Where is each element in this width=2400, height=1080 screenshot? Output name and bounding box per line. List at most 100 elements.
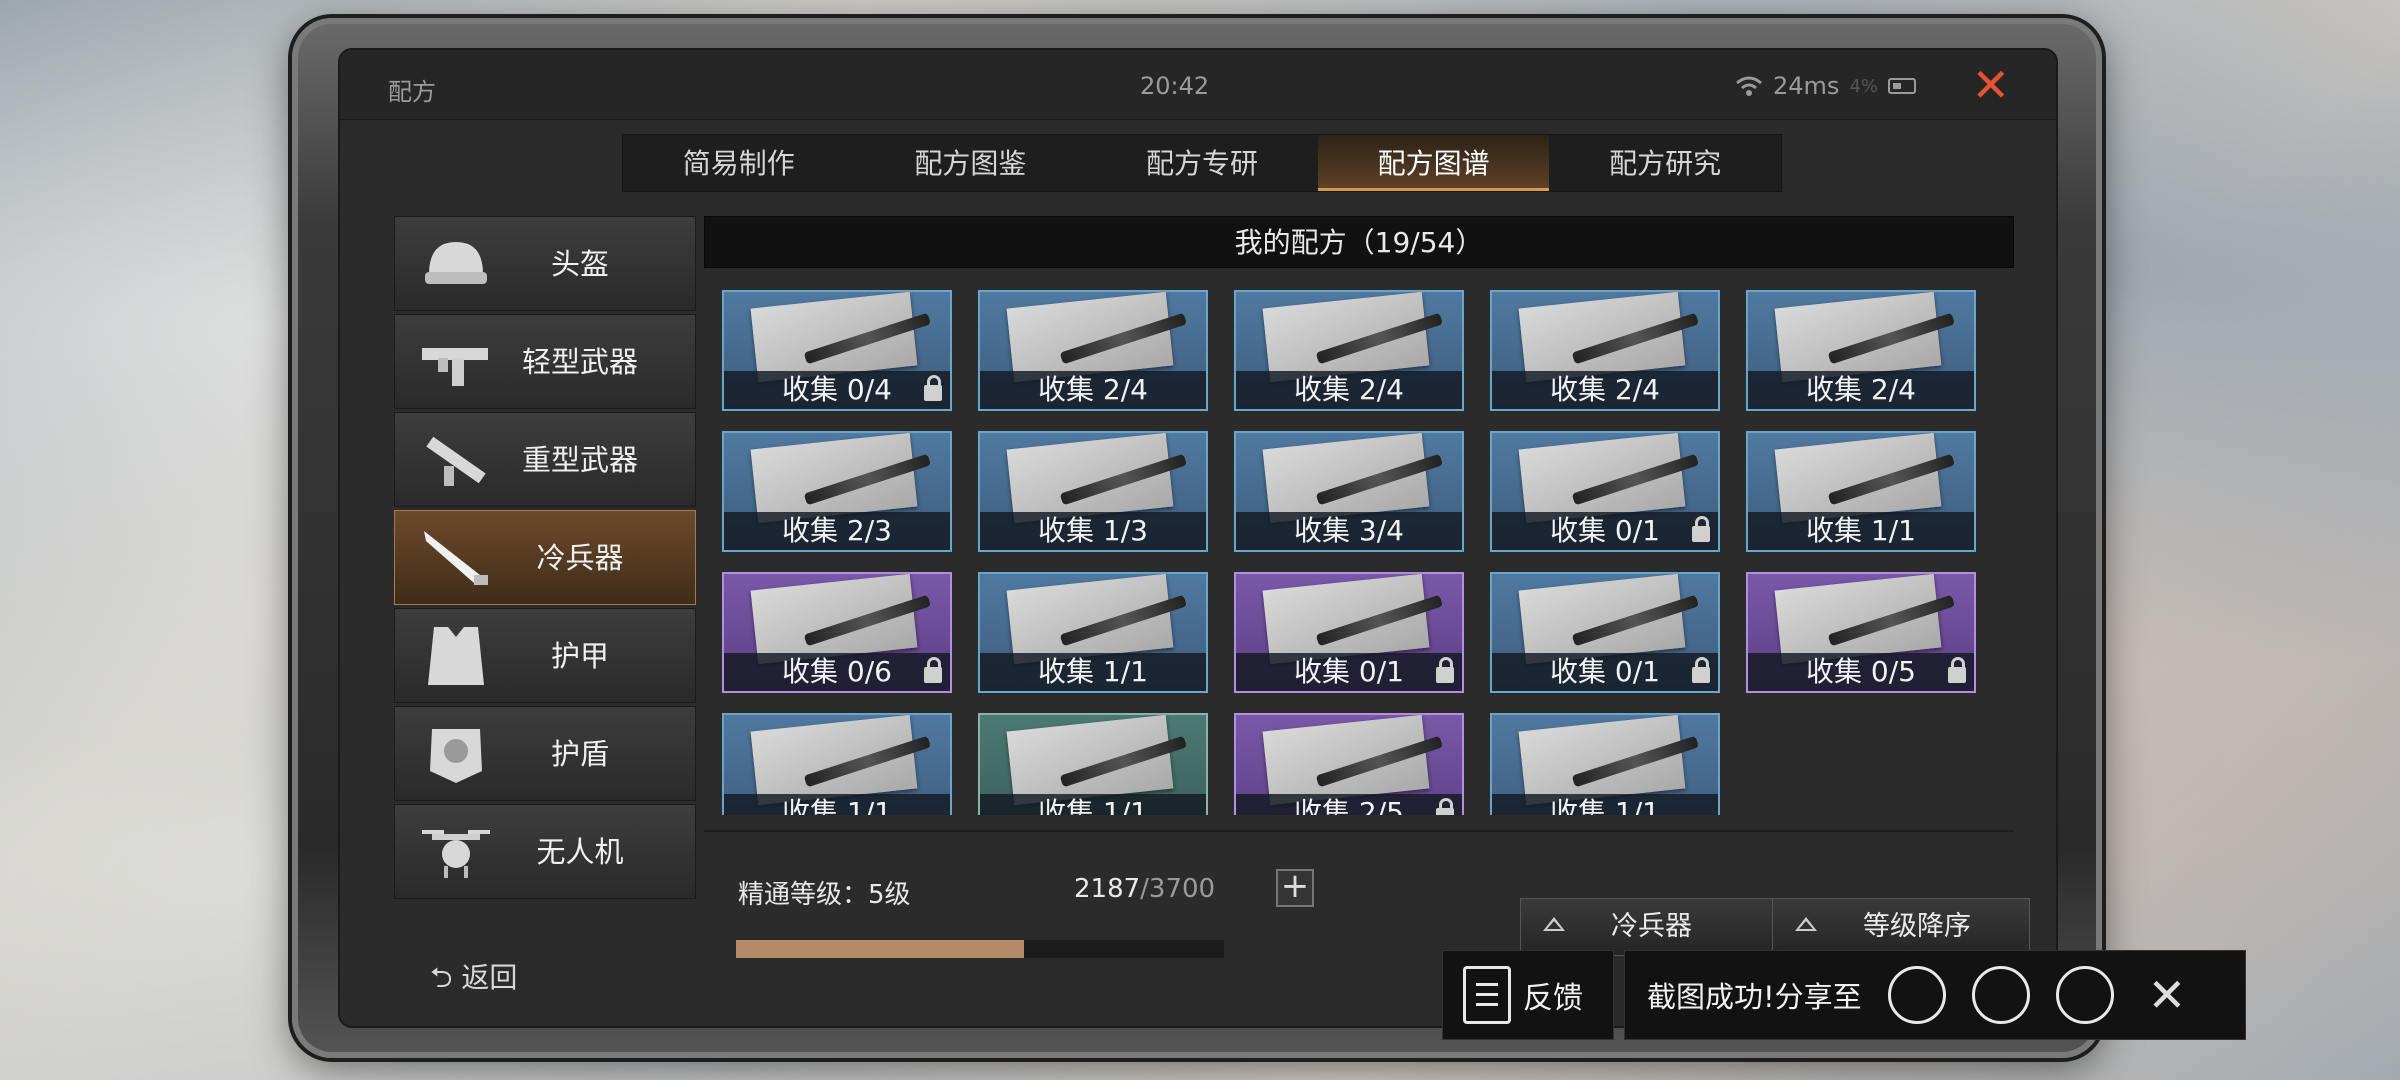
- recipe-grid[interactable]: 收集 0/4 收集 2/4 收集 2/4 收集 2/4 收集 2/4 收集 2/3 收集 1…: [722, 290, 1992, 815]
- card-collect-label: 收集 2/5: [1236, 794, 1462, 815]
- card-collect-label: 收集 2/4: [1748, 371, 1974, 409]
- mastery-level-label: 精通等级：5级: [738, 880, 911, 910]
- ping-text: 24ms: [1773, 72, 1840, 100]
- weapon-thumbnail: [1571, 312, 1700, 365]
- share-text: 截图成功!分享至: [1647, 980, 1862, 1014]
- feedback-button[interactable]: 反馈: [1442, 950, 1614, 1040]
- add-xp-button[interactable]: +: [1276, 869, 1314, 907]
- sidebar-item-label: 护甲: [550, 639, 609, 673]
- recipe-card[interactable]: 收集 0/6: [722, 572, 952, 693]
- sidebar-item-armor[interactable]: 护甲: [394, 608, 696, 703]
- recipe-card[interactable]: 收集 2/4: [978, 290, 1208, 411]
- recipe-card[interactable]: 收集 1/1: [978, 713, 1208, 815]
- lock-icon: [1436, 798, 1454, 815]
- card-collect-label: 收集 2/4: [1236, 371, 1462, 409]
- blueprint-paper: [1518, 432, 1700, 524]
- recipe-card[interactable]: 收集 2/3: [722, 431, 952, 552]
- card-collect-label: 收集 0/4: [724, 371, 950, 409]
- tab-recipe-atlas[interactable]: 配方图谱: [1317, 135, 1550, 191]
- category-sidebar: 头盔 轻型武器 重型武器 冷兵器 护甲 护盾 无人机: [394, 216, 696, 902]
- sidebar-item-heavy-weapons[interactable]: 重型武器: [394, 412, 696, 507]
- blueprint-paper: [1774, 573, 1956, 665]
- battery-percent: 4%: [1849, 75, 1878, 97]
- recipe-card[interactable]: 收集 1/1: [978, 572, 1208, 693]
- close-icon[interactable]: ✕: [1971, 60, 2010, 110]
- recipe-card[interactable]: 收集 2/4: [1490, 290, 1720, 411]
- blueprint-paper: [1006, 432, 1188, 524]
- recipe-card[interactable]: 收集 0/1: [1490, 431, 1720, 552]
- sidebar-item-helmet[interactable]: 头盔: [394, 216, 696, 311]
- blueprint-paper: [1006, 573, 1188, 665]
- blueprint-paper: [1262, 291, 1444, 383]
- recipe-card[interactable]: 收集 2/5: [1234, 713, 1464, 815]
- back-label: 返回: [461, 961, 518, 994]
- card-collect-label: 收集 0/5: [1748, 653, 1974, 691]
- lock-icon: [924, 375, 942, 401]
- sidebar-item-melee[interactable]: 冷兵器: [394, 510, 696, 605]
- weapon-thumbnail: [1827, 312, 1956, 365]
- tab-simple-craft[interactable]: 简易制作: [623, 135, 855, 191]
- recipe-window: 配方 20:42 24ms 4% ✕ 简易制作 配方图鉴 配方专研 配方图谱 配…: [338, 48, 2058, 1028]
- card-collect-label: 收集 1/1: [980, 653, 1206, 691]
- blueprint-paper: [1262, 573, 1444, 665]
- recipe-card[interactable]: 收集 1/3: [978, 431, 1208, 552]
- weapon-thumbnail: [1827, 594, 1956, 647]
- blueprint-paper: [1774, 291, 1956, 383]
- divider: [704, 830, 2014, 832]
- blueprint-paper: [750, 714, 932, 806]
- recipe-card[interactable]: 收集 0/1: [1234, 572, 1464, 693]
- card-collect-label: 收集 3/4: [1236, 512, 1462, 550]
- tab-recipe-research[interactable]: 配方研究: [1549, 135, 1781, 191]
- sidebar-item-label: 重型武器: [521, 443, 638, 477]
- recipe-card[interactable]: 收集 1/1: [722, 713, 952, 815]
- weapon-thumbnail: [1059, 312, 1188, 365]
- recipe-card[interactable]: 收集 2/4: [1234, 290, 1464, 411]
- tab-recipe-catalog[interactable]: 配方图鉴: [855, 135, 1087, 191]
- weapon-thumbnail: [803, 312, 932, 365]
- card-collect-label: 收集 2/4: [980, 371, 1206, 409]
- wifi-icon: [1736, 76, 1762, 96]
- tab-bar: 简易制作 配方图鉴 配方专研 配方图谱 配方研究: [622, 134, 1782, 192]
- recipe-panel: 我的配方（19/54） 收集 0/4 收集 2/4 收集 2/4 收集 2/4 收集 2…: [704, 216, 2030, 1008]
- wechat-icon[interactable]: [1971, 966, 2030, 1024]
- weapon-thumbnail: [803, 735, 932, 788]
- recipe-card[interactable]: 收集 1/1: [1746, 431, 1976, 552]
- window-title: 配方: [388, 78, 436, 106]
- sidebar-item-label: 护盾: [550, 737, 609, 771]
- moments-icon[interactable]: [2055, 966, 2114, 1024]
- weibo-icon[interactable]: [1887, 966, 1946, 1024]
- blueprint-paper: [1262, 432, 1444, 524]
- lock-icon: [924, 657, 942, 683]
- weapon-thumbnail: [1315, 594, 1444, 647]
- sort-filter-button[interactable]: 等级降序: [1772, 898, 2030, 956]
- card-collect-label: 收集 1/1: [724, 794, 950, 815]
- weapon-thumbnail: [1059, 735, 1188, 788]
- feedback-label: 反馈: [1523, 981, 1583, 1016]
- top-bar: 配方 20:42 24ms 4% ✕: [340, 50, 2056, 120]
- recipe-card[interactable]: 收集 2/4: [1746, 290, 1976, 411]
- weapon-thumbnail: [1315, 735, 1444, 788]
- card-collect-label: 收集 0/6: [724, 653, 950, 691]
- weapon-thumbnail: [803, 453, 932, 506]
- tab-recipe-study[interactable]: 配方专研: [1086, 135, 1318, 191]
- category-filter-button[interactable]: 冷兵器: [1520, 898, 1778, 956]
- close-icon[interactable]: ✕: [2148, 968, 2187, 1022]
- back-button[interactable]: ⮌ 返回: [430, 956, 517, 1005]
- recipe-card[interactable]: 收集 3/4: [1234, 431, 1464, 552]
- weapon-thumbnail: [1315, 312, 1444, 365]
- sidebar-item-light-weapons[interactable]: 轻型武器: [394, 314, 696, 409]
- card-collect-label: 收集 2/3: [724, 512, 950, 550]
- card-collect-label: 收集 2/4: [1492, 371, 1718, 409]
- battery-icon: [1888, 78, 1916, 94]
- recipe-card[interactable]: 收集 1/1: [1490, 713, 1720, 815]
- recipe-card[interactable]: 收集 0/5: [1746, 572, 1976, 693]
- card-collect-label: 收集 0/1: [1492, 653, 1718, 691]
- card-collect-label: 收集 0/1: [1236, 653, 1462, 691]
- blueprint-paper: [750, 291, 932, 383]
- recipe-card[interactable]: 收集 0/4: [722, 290, 952, 411]
- mastery-xp-current: 2187: [1074, 874, 1141, 904]
- sidebar-item-drone[interactable]: 无人机: [394, 804, 696, 899]
- blueprint-paper: [1518, 714, 1700, 806]
- recipe-card[interactable]: 收集 0/1: [1490, 572, 1720, 693]
- sidebar-item-shield[interactable]: 护盾: [394, 706, 696, 801]
